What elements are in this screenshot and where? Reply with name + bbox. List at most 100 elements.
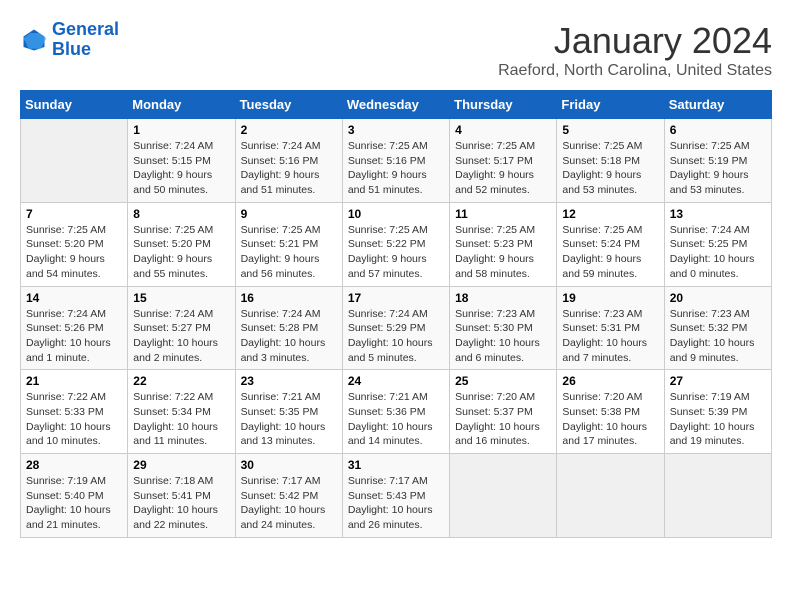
day-info: Sunrise: 7:22 AMSunset: 5:33 PMDaylight:…: [26, 390, 122, 449]
day-info: Sunrise: 7:25 AMSunset: 5:22 PMDaylight:…: [348, 223, 444, 282]
day-info: Sunrise: 7:25 AMSunset: 5:23 PMDaylight:…: [455, 223, 551, 282]
day-info: Sunrise: 7:24 AMSunset: 5:15 PMDaylight:…: [133, 139, 229, 198]
day-info: Sunrise: 7:20 AMSunset: 5:37 PMDaylight:…: [455, 390, 551, 449]
calendar-week-row: 1 Sunrise: 7:24 AMSunset: 5:15 PMDaylight…: [21, 119, 772, 203]
calendar-day-cell: 14Sunrise: 7:24 AMSunset: 5:26 PMDayligh…: [21, 286, 128, 370]
weekday-header: Wednesday: [342, 91, 449, 119]
day-number: 12: [562, 207, 658, 221]
day-info: Sunrise: 7:25 AMSunset: 5:19 PMDaylight:…: [670, 139, 766, 198]
calendar-week-row: 14Sunrise: 7:24 AMSunset: 5:26 PMDayligh…: [21, 286, 772, 370]
day-info: Sunrise: 7:25 AMSunset: 5:17 PMDaylight:…: [455, 139, 551, 198]
day-number: 7: [26, 207, 122, 221]
day-number: 13: [670, 207, 766, 221]
day-info: Sunrise: 7:25 AMSunset: 5:20 PMDaylight:…: [26, 223, 122, 282]
day-number: 21: [26, 374, 122, 388]
calendar-day-cell: 8 Sunrise: 7:25 AMSunset: 5:20 PMDaylight…: [128, 202, 235, 286]
day-info: Sunrise: 7:23 AMSunset: 5:30 PMDaylight:…: [455, 307, 551, 366]
calendar-day-cell: [450, 454, 557, 538]
day-number: 15: [133, 291, 229, 305]
calendar-day-cell: 7 Sunrise: 7:25 AMSunset: 5:20 PMDaylight…: [21, 202, 128, 286]
day-info: Sunrise: 7:17 AMSunset: 5:43 PMDaylight:…: [348, 474, 444, 533]
day-number: 11: [455, 207, 551, 221]
calendar-day-cell: 29Sunrise: 7:18 AMSunset: 5:41 PMDayligh…: [128, 454, 235, 538]
calendar-week-row: 7 Sunrise: 7:25 AMSunset: 5:20 PMDaylight…: [21, 202, 772, 286]
day-info: Sunrise: 7:21 AMSunset: 5:35 PMDaylight:…: [241, 390, 337, 449]
day-number: 31: [348, 458, 444, 472]
weekday-header: Saturday: [664, 91, 771, 119]
calendar-day-cell: 2 Sunrise: 7:24 AMSunset: 5:16 PMDaylight…: [235, 119, 342, 203]
day-number: 30: [241, 458, 337, 472]
calendar-day-cell: 10 Sunrise: 7:25 AMSunset: 5:22 PMDayligh…: [342, 202, 449, 286]
day-info: Sunrise: 7:24 AMSunset: 5:16 PMDaylight:…: [241, 139, 337, 198]
day-number: 25: [455, 374, 551, 388]
day-info: Sunrise: 7:25 AMSunset: 5:24 PMDaylight:…: [562, 223, 658, 282]
day-info: Sunrise: 7:25 AMSunset: 5:20 PMDaylight:…: [133, 223, 229, 282]
calendar-day-cell: 16 Sunrise: 7:24 AMSunset: 5:28 PMDayligh…: [235, 286, 342, 370]
logo-line1: General: [52, 19, 119, 39]
calendar-day-cell: 24Sunrise: 7:21 AMSunset: 5:36 PMDayligh…: [342, 370, 449, 454]
day-info: Sunrise: 7:23 AMSunset: 5:32 PMDaylight:…: [670, 307, 766, 366]
day-number: 8: [133, 207, 229, 221]
logo-line2: Blue: [52, 39, 91, 59]
calendar-day-cell: 17Sunrise: 7:24 AMSunset: 5:29 PMDayligh…: [342, 286, 449, 370]
calendar-day-cell: 15Sunrise: 7:24 AMSunset: 5:27 PMDayligh…: [128, 286, 235, 370]
calendar-day-cell: 3 Sunrise: 7:25 AMSunset: 5:16 PMDaylight…: [342, 119, 449, 203]
calendar-day-cell: 6 Sunrise: 7:25 AMSunset: 5:19 PMDaylight…: [664, 119, 771, 203]
day-info: Sunrise: 7:23 AMSunset: 5:31 PMDaylight:…: [562, 307, 658, 366]
logo: General Blue: [20, 20, 119, 60]
day-number: 18: [455, 291, 551, 305]
day-number: 3: [348, 123, 444, 137]
day-info: Sunrise: 7:24 AMSunset: 5:25 PMDaylight:…: [670, 223, 766, 282]
day-number: 16: [241, 291, 337, 305]
day-info: Sunrise: 7:24 AMSunset: 5:28 PMDaylight:…: [241, 307, 337, 366]
day-info: Sunrise: 7:22 AMSunset: 5:34 PMDaylight:…: [133, 390, 229, 449]
day-info: Sunrise: 7:19 AMSunset: 5:39 PMDaylight:…: [670, 390, 766, 449]
day-number: 9: [241, 207, 337, 221]
logo-text: General Blue: [52, 20, 119, 60]
title-block: January 2024 Raeford, North Carolina, Un…: [498, 20, 772, 80]
calendar-body: 1 Sunrise: 7:24 AMSunset: 5:15 PMDaylight…: [21, 119, 772, 538]
day-info: Sunrise: 7:20 AMSunset: 5:38 PMDaylight:…: [562, 390, 658, 449]
day-number: 1: [133, 123, 229, 137]
day-info: Sunrise: 7:24 AMSunset: 5:29 PMDaylight:…: [348, 307, 444, 366]
calendar-header: SundayMondayTuesdayWednesdayThursdayFrid…: [21, 91, 772, 119]
day-number: 22: [133, 374, 229, 388]
day-number: 5: [562, 123, 658, 137]
calendar-day-cell: 11 Sunrise: 7:25 AMSunset: 5:23 PMDayligh…: [450, 202, 557, 286]
weekday-header: Monday: [128, 91, 235, 119]
calendar-day-cell: [557, 454, 664, 538]
day-info: Sunrise: 7:19 AMSunset: 5:40 PMDaylight:…: [26, 474, 122, 533]
calendar-day-cell: 1 Sunrise: 7:24 AMSunset: 5:15 PMDaylight…: [128, 119, 235, 203]
calendar-day-cell: 5 Sunrise: 7:25 AMSunset: 5:18 PMDaylight…: [557, 119, 664, 203]
calendar-week-row: 28Sunrise: 7:19 AMSunset: 5:40 PMDayligh…: [21, 454, 772, 538]
day-info: Sunrise: 7:25 AMSunset: 5:16 PMDaylight:…: [348, 139, 444, 198]
day-number: 10: [348, 207, 444, 221]
calendar-day-cell: 25 Sunrise: 7:20 AMSunset: 5:37 PMDayligh…: [450, 370, 557, 454]
day-number: 4: [455, 123, 551, 137]
calendar-day-cell: 20 Sunrise: 7:23 AMSunset: 5:32 PMDayligh…: [664, 286, 771, 370]
weekday-header: Sunday: [21, 91, 128, 119]
day-number: 6: [670, 123, 766, 137]
calendar-table: SundayMondayTuesdayWednesdayThursdayFrid…: [20, 90, 772, 538]
calendar-day-cell: [664, 454, 771, 538]
day-info: Sunrise: 7:25 AMSunset: 5:18 PMDaylight:…: [562, 139, 658, 198]
calendar-subtitle: Raeford, North Carolina, United States: [498, 62, 772, 80]
day-number: 26: [562, 374, 658, 388]
calendar-day-cell: 26 Sunrise: 7:20 AMSunset: 5:38 PMDayligh…: [557, 370, 664, 454]
calendar-day-cell: 9Sunrise: 7:25 AMSunset: 5:21 PMDaylight…: [235, 202, 342, 286]
calendar-day-cell: 13 Sunrise: 7:24 AMSunset: 5:25 PMDayligh…: [664, 202, 771, 286]
weekday-row: SundayMondayTuesdayWednesdayThursdayFrid…: [21, 91, 772, 119]
calendar-day-cell: 22 Sunrise: 7:22 AMSunset: 5:34 PMDayligh…: [128, 370, 235, 454]
day-info: Sunrise: 7:24 AMSunset: 5:26 PMDaylight:…: [26, 307, 122, 366]
day-number: 20: [670, 291, 766, 305]
day-number: 24: [348, 374, 444, 388]
day-number: 23: [241, 374, 337, 388]
logo-icon: [20, 26, 48, 54]
calendar-day-cell: 30Sunrise: 7:17 AMSunset: 5:42 PMDayligh…: [235, 454, 342, 538]
calendar-title: January 2024: [498, 20, 772, 62]
weekday-header: Tuesday: [235, 91, 342, 119]
weekday-header: Thursday: [450, 91, 557, 119]
calendar-day-cell: 31 Sunrise: 7:17 AMSunset: 5:43 PMDayligh…: [342, 454, 449, 538]
calendar-day-cell: 27Sunrise: 7:19 AMSunset: 5:39 PMDayligh…: [664, 370, 771, 454]
day-number: 2: [241, 123, 337, 137]
